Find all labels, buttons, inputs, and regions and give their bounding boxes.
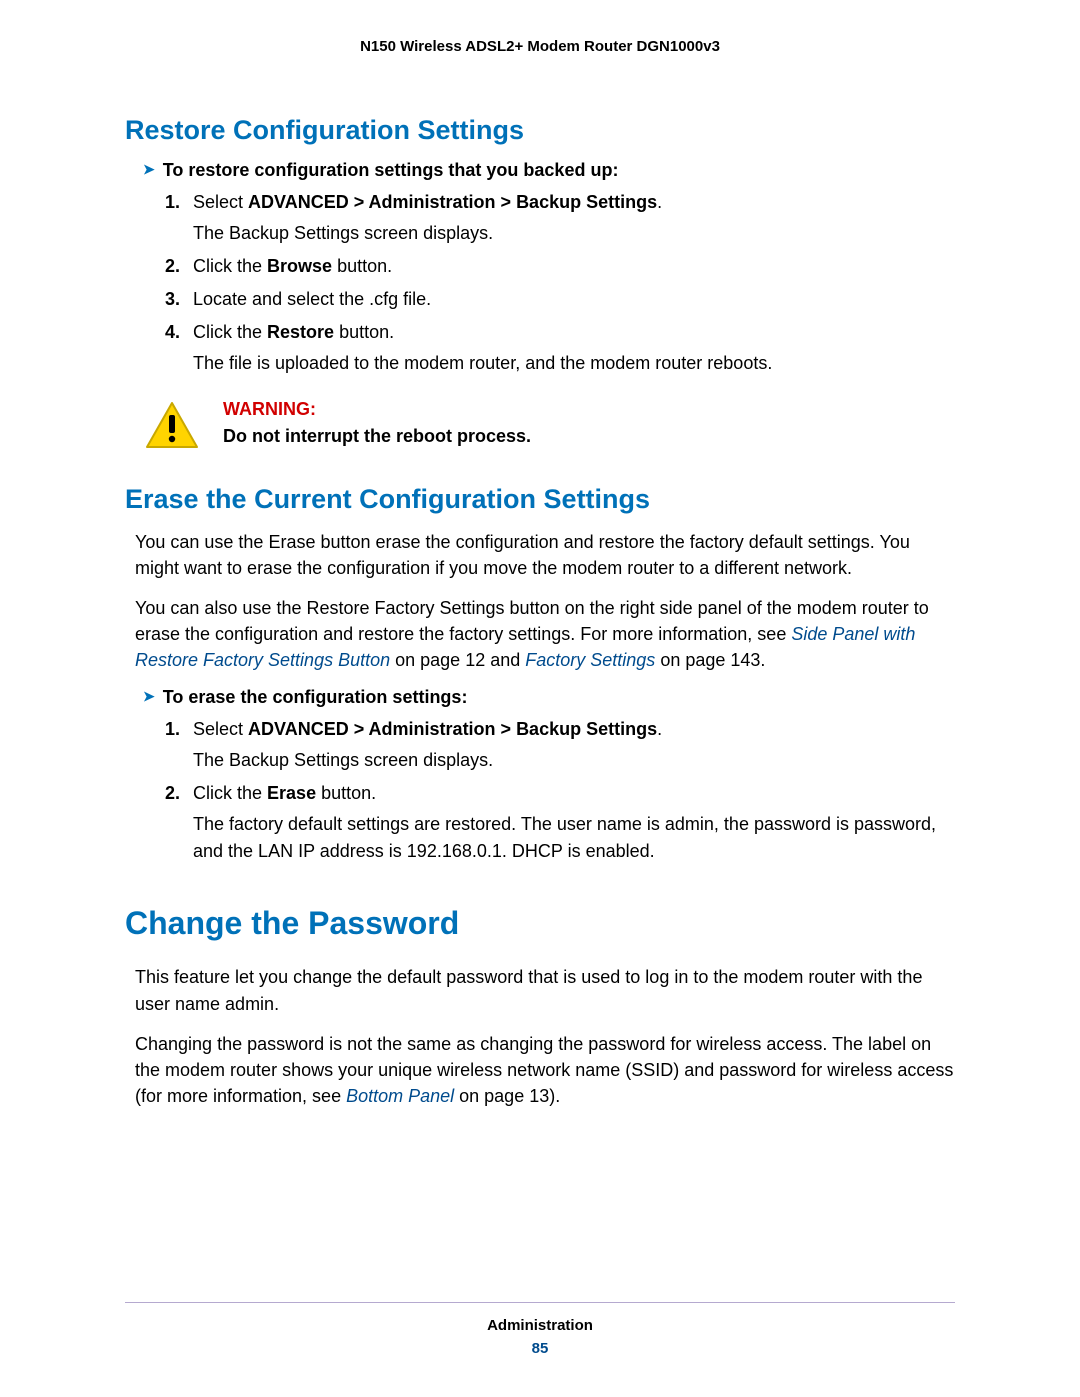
paragraph: You can also use the Restore Factory Set… bbox=[135, 595, 955, 673]
warning-block: WARNING: Do not interrupt the reboot pro… bbox=[145, 399, 955, 454]
step-text: Click the bbox=[193, 256, 267, 276]
step-item: 1. Select ADVANCED > Administration > Ba… bbox=[165, 189, 955, 247]
step-number: 4. bbox=[165, 319, 180, 346]
step-subtext: The file is uploaded to the modem router… bbox=[193, 350, 955, 377]
step-subtext: The Backup Settings screen displays. bbox=[193, 747, 955, 774]
step-text: Select bbox=[193, 719, 248, 739]
task-restore: ➤To restore configuration settings that … bbox=[143, 160, 955, 181]
footer-rule bbox=[125, 1302, 955, 1303]
warning-text: WARNING: Do not interrupt the reboot pro… bbox=[223, 399, 531, 447]
step-text: button. bbox=[334, 322, 394, 342]
step-item: 1. Select ADVANCED > Administration > Ba… bbox=[165, 716, 955, 774]
task-erase: ➤To erase the configuration settings: bbox=[143, 687, 955, 708]
task-label: To restore configuration settings that y… bbox=[163, 160, 619, 180]
step-number: 1. bbox=[165, 716, 180, 743]
step-bold: ADVANCED > Administration > Backup Setti… bbox=[248, 192, 657, 212]
warning-label: WARNING: bbox=[223, 399, 531, 420]
step-number: 1. bbox=[165, 189, 180, 216]
step-bold: Browse bbox=[267, 256, 332, 276]
step-item: 2. Click the Browse button. bbox=[165, 253, 955, 280]
step-suffix: . bbox=[657, 192, 662, 212]
step-number: 2. bbox=[165, 780, 180, 807]
page-container: N150 Wireless ADSL2+ Modem Router DGN100… bbox=[0, 0, 1080, 1397]
step-item: 4. Click the Restore button. The file is… bbox=[165, 319, 955, 377]
step-subtext: The factory default settings are restore… bbox=[193, 811, 955, 865]
warning-body: Do not interrupt the reboot process. bbox=[223, 426, 531, 447]
step-bold: Erase bbox=[267, 783, 316, 803]
task-label: To erase the configuration settings: bbox=[163, 687, 468, 707]
step-item: 2. Click the Erase button. The factory d… bbox=[165, 780, 955, 865]
link-factory-settings[interactable]: Factory Settings bbox=[525, 650, 655, 670]
section-title-restore: Restore Configuration Settings bbox=[125, 115, 955, 146]
para-text: on page 13). bbox=[454, 1086, 560, 1106]
step-subtext: The Backup Settings screen displays. bbox=[193, 220, 955, 247]
steps-restore: 1. Select ADVANCED > Administration > Ba… bbox=[165, 189, 955, 377]
section-title-change-password: Change the Password bbox=[125, 905, 955, 942]
step-item: 3. Locate and select the .cfg file. bbox=[165, 286, 955, 313]
para-text: on page 12 and bbox=[390, 650, 525, 670]
step-text: Select bbox=[193, 192, 248, 212]
paragraph: Changing the password is not the same as… bbox=[135, 1031, 955, 1109]
document-header: N150 Wireless ADSL2+ Modem Router DGN100… bbox=[125, 38, 955, 55]
steps-erase: 1. Select ADVANCED > Administration > Ba… bbox=[165, 716, 955, 865]
step-number: 3. bbox=[165, 286, 180, 313]
paragraph: This feature let you change the default … bbox=[135, 964, 955, 1016]
step-text: Click the bbox=[193, 783, 267, 803]
step-text: Click the bbox=[193, 322, 267, 342]
footer-page-number: 85 bbox=[125, 1340, 955, 1357]
step-number: 2. bbox=[165, 253, 180, 280]
step-text: Locate and select the .cfg file. bbox=[193, 289, 431, 309]
step-bold: Restore bbox=[267, 322, 334, 342]
link-bottom-panel[interactable]: Bottom Panel bbox=[346, 1086, 454, 1106]
step-text: button. bbox=[316, 783, 376, 803]
step-suffix: . bbox=[657, 719, 662, 739]
chevron-right-icon: ➤ bbox=[143, 688, 163, 704]
step-bold: ADVANCED > Administration > Backup Setti… bbox=[248, 719, 657, 739]
para-text: on page 143. bbox=[655, 650, 765, 670]
paragraph: You can use the Erase button erase the c… bbox=[135, 529, 955, 581]
page-footer: Administration 85 bbox=[125, 1302, 955, 1357]
section-title-erase: Erase the Current Configuration Settings bbox=[125, 484, 955, 515]
warning-icon bbox=[145, 401, 199, 454]
step-text: button. bbox=[332, 256, 392, 276]
footer-label: Administration bbox=[125, 1317, 955, 1334]
chevron-right-icon: ➤ bbox=[143, 161, 163, 177]
